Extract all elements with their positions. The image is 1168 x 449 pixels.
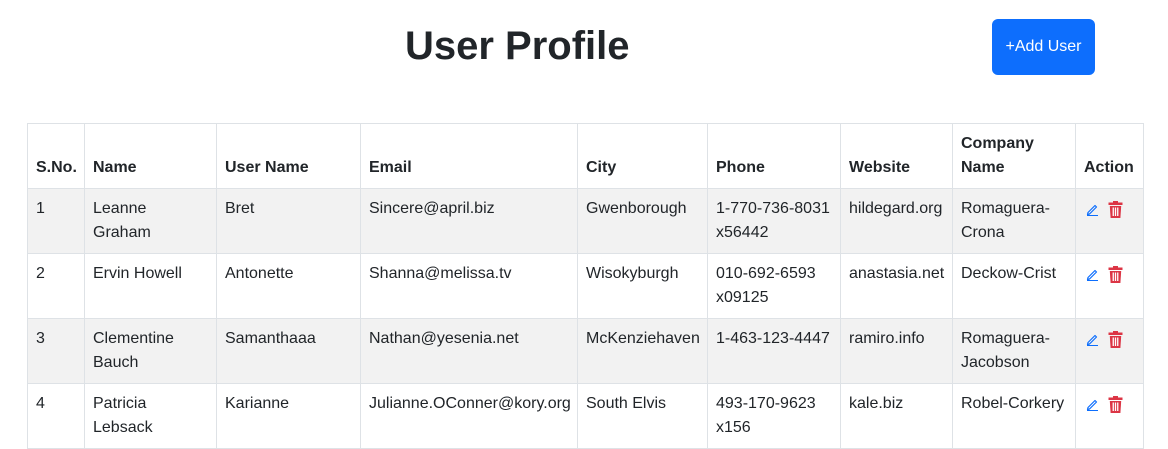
column-header-username: User Name — [216, 123, 361, 189]
cell-sno: 3 — [27, 318, 85, 384]
cell-city: McKenziehaven — [577, 318, 708, 384]
row-actions — [1084, 197, 1135, 218]
row-actions — [1084, 262, 1135, 283]
cell-username: Karianne — [216, 383, 361, 449]
cell-city: South Elvis — [577, 383, 708, 449]
cell-username: Bret — [216, 188, 361, 254]
cell-sno: 4 — [27, 383, 85, 449]
page-title: User Profile — [405, 24, 630, 68]
cell-city: Gwenborough — [577, 188, 708, 254]
table-row: 4 Patricia Lebsack Karianne Julianne.OCo… — [27, 383, 1144, 449]
cell-name: Leanne Graham — [84, 188, 217, 254]
table-row: 3 Clementine Bauch Samanthaaa Nathan@yes… — [27, 318, 1144, 384]
users-table: S.No. Name User Name Email City Phone We… — [27, 123, 1144, 449]
column-header-action: Action — [1075, 123, 1144, 189]
cell-phone: 010-692-6593 x09125 — [707, 253, 841, 319]
cell-action — [1075, 318, 1144, 384]
cell-company: Romaguera-Crona — [952, 188, 1076, 254]
table-row: 1 Leanne Graham Bret Sincere@april.biz G… — [27, 188, 1144, 254]
trash-icon[interactable] — [1107, 265, 1123, 283]
cell-action — [1075, 253, 1144, 319]
cell-company: Robel-Corkery — [952, 383, 1076, 449]
trash-icon[interactable] — [1107, 395, 1123, 413]
cell-action — [1075, 188, 1144, 254]
column-header-city: City — [577, 123, 708, 189]
column-header-website: Website — [840, 123, 953, 189]
cell-name: Patricia Lebsack — [84, 383, 217, 449]
cell-email: Nathan@yesenia.net — [360, 318, 578, 384]
cell-website: kale.biz — [840, 383, 953, 449]
table-header-row: S.No. Name User Name Email City Phone We… — [27, 123, 1144, 189]
edit-icon[interactable] — [1084, 265, 1100, 283]
cell-phone: 1-770-736-8031 x56442 — [707, 188, 841, 254]
row-actions — [1084, 392, 1135, 413]
cell-company: Romaguera-Jacobson — [952, 318, 1076, 384]
cell-email: Julianne.OConner@kory.org — [360, 383, 578, 449]
cell-sno: 2 — [27, 253, 85, 319]
edit-icon[interactable] — [1084, 330, 1100, 348]
cell-action — [1075, 383, 1144, 449]
cell-phone: 493-170-9623 x156 — [707, 383, 841, 449]
column-header-phone: Phone — [707, 123, 841, 189]
cell-name: Clementine Bauch — [84, 318, 217, 384]
cell-website: ramiro.info — [840, 318, 953, 384]
cell-name: Ervin Howell — [84, 253, 217, 319]
edit-icon[interactable] — [1084, 395, 1100, 413]
cell-city: Wisokyburgh — [577, 253, 708, 319]
table-row: 2 Ervin Howell Antonette Shanna@melissa.… — [27, 253, 1144, 319]
trash-icon[interactable] — [1107, 330, 1123, 348]
cell-email: Sincere@april.biz — [360, 188, 578, 254]
column-header-sno: S.No. — [27, 123, 85, 189]
cell-phone: 1-463-123-4447 — [707, 318, 841, 384]
cell-company: Deckow-Crist — [952, 253, 1076, 319]
row-actions — [1084, 327, 1135, 348]
cell-website: anastasia.net — [840, 253, 953, 319]
column-header-company: Company Name — [952, 123, 1076, 189]
cell-email: Shanna@melissa.tv — [360, 253, 578, 319]
column-header-email: Email — [360, 123, 578, 189]
edit-icon[interactable] — [1084, 200, 1100, 218]
cell-username: Samanthaaa — [216, 318, 361, 384]
cell-username: Antonette — [216, 253, 361, 319]
column-header-name: Name — [84, 123, 217, 189]
cell-sno: 1 — [27, 188, 85, 254]
add-user-button[interactable]: +Add User — [992, 19, 1095, 75]
trash-icon[interactable] — [1107, 200, 1123, 218]
cell-website: hildegard.org — [840, 188, 953, 254]
